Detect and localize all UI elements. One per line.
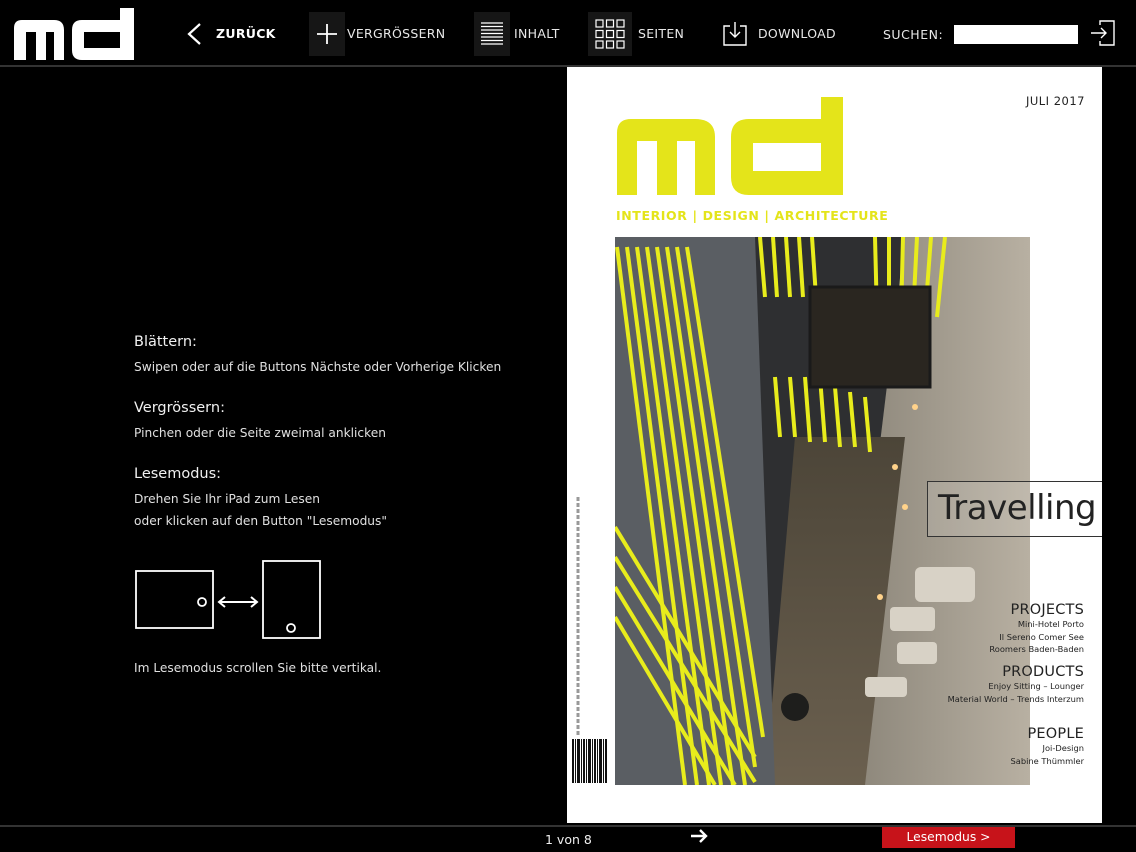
back-button[interactable]: ZURÜCK [182, 0, 276, 67]
md-logo[interactable] [12, 8, 136, 60]
help-title: Vergrössern: [134, 400, 225, 416]
exit-icon[interactable] [1090, 19, 1116, 47]
feature-title: Travelling [938, 488, 1097, 528]
download-button[interactable]: DOWNLOAD [722, 0, 836, 67]
barcode [572, 739, 607, 783]
cover-section-people: PEOPLE Joi-Design Sabine Thümmler [1011, 726, 1085, 767]
help-section-blaettern: Blättern: Swipen oder auf die Buttons Nä… [134, 334, 534, 378]
zoom-button[interactable]: VERGRÖSSERN [309, 0, 445, 67]
plus-icon [309, 11, 345, 56]
help-line: Pinchen oder die Seite zweimal anklicken [134, 426, 386, 440]
pages-button[interactable]: SEITEN [588, 0, 684, 67]
feature-box: Travelling [927, 481, 1102, 537]
help-line: oder klicken auf den Button "Lesemodus" [134, 514, 387, 528]
section-item: Roomers Baden-Baden [989, 644, 1084, 654]
section-heading: PROJECTS [1010, 602, 1084, 618]
list-lines-icon [474, 11, 510, 56]
search-label: SUCHEN: [883, 27, 944, 42]
spine-text [576, 497, 580, 737]
download-label: DOWNLOAD [758, 26, 836, 41]
section-item: Material World – Trends Interzum [947, 693, 1084, 704]
help-instructions: Blättern: Swipen oder auf die Buttons Nä… [134, 334, 534, 554]
section-heading: PEOPLE [1027, 726, 1084, 742]
section-item: Joi-Design [1042, 743, 1084, 753]
magazine-cover-page[interactable]: JULI 2017 INTERIOR | DESIGN | ARCHITECTU… [567, 67, 1102, 823]
help-line: Drehen Sie Ihr iPad zum Lesen [134, 492, 320, 506]
help-title: Blättern: [134, 334, 197, 350]
cover-md-logo [617, 97, 843, 195]
section-item: Enjoy Sitting – Lounger [988, 681, 1084, 691]
search-input[interactable] [954, 25, 1078, 44]
back-label: ZURÜCK [216, 26, 276, 41]
zoom-label: VERGRÖSSERN [347, 26, 446, 41]
rotate-device-icon [135, 560, 321, 639]
section-item: Il Sereno Comer See [999, 631, 1084, 642]
top-toolbar: ZURÜCK VERGRÖSSERN INHALT SEITEN DOWNLOA… [0, 0, 1136, 67]
section-heading: PRODUCTS [1002, 664, 1084, 680]
download-icon [722, 21, 748, 47]
lesemodus-button[interactable]: Lesemodus > [882, 827, 1015, 848]
cover-tagline: INTERIOR | DESIGN | ARCHITECTURE [616, 208, 889, 223]
grid-icon [588, 11, 632, 56]
pages-label: SEITEN [638, 26, 685, 41]
toc-button[interactable]: INHALT [474, 0, 560, 67]
help-line: Swipen oder auf die Buttons Nächste oder… [134, 360, 502, 374]
cover-section-projects: PROJECTS Mini-Hotel Porto Il Sereno Come… [989, 602, 1084, 656]
help-section-lesemodus: Lesemodus: Drehen Sie Ihr iPad zum Lesen… [134, 466, 534, 532]
chevron-left-icon [182, 20, 206, 48]
help-title: Lesemodus: [134, 466, 222, 482]
issue-date: JULI 2017 [1025, 94, 1085, 108]
help-section-vergroessern: Vergrössern: Pinchen oder die Seite zwei… [134, 400, 534, 444]
cover-section-products: PRODUCTS Enjoy Sitting – Lounger Materia… [948, 664, 1084, 705]
section-item: Sabine Thümmler [1010, 755, 1085, 766]
page-indicator: 1 von 8 [545, 832, 592, 847]
next-page-arrow-icon[interactable] [688, 827, 710, 845]
section-item: Mini-Hotel Porto [1017, 619, 1084, 629]
scroll-note: Im Lesemodus scrollen Sie bitte vertikal… [134, 661, 382, 675]
toc-label: INHALT [514, 26, 560, 41]
